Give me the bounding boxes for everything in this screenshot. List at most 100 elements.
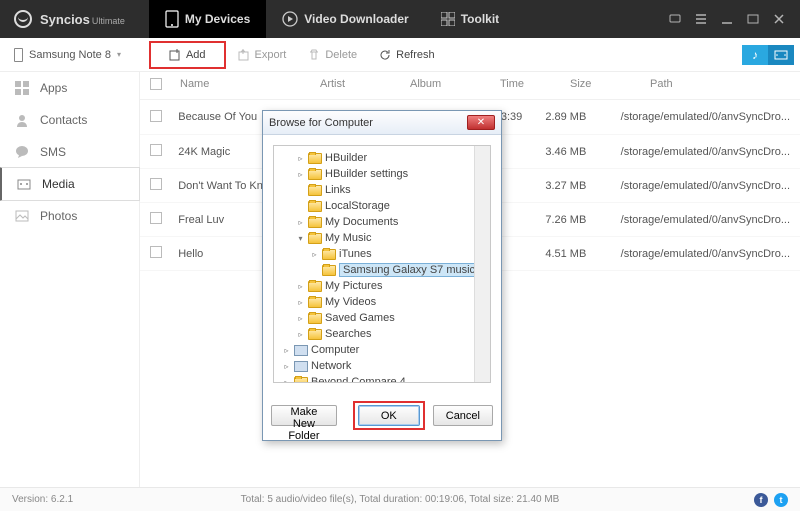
expand-icon[interactable]: ▹ [296, 218, 305, 227]
delete-button[interactable]: Delete [298, 41, 367, 69]
expand-icon[interactable]: ▹ [296, 314, 305, 323]
expand-icon[interactable]: ▹ [282, 346, 291, 355]
tree-node[interactable]: ▹ HBuilder settings [276, 166, 488, 182]
expand-icon[interactable]: ▹ [282, 362, 291, 371]
device-icon [14, 48, 23, 62]
expand-icon[interactable] [296, 186, 305, 195]
logo-icon [14, 10, 32, 28]
add-button[interactable]: Add [159, 45, 216, 65]
row-checkbox[interactable] [150, 144, 162, 156]
music-badge[interactable]: ♪ [742, 45, 768, 65]
folder-icon [308, 185, 322, 196]
tree-node[interactable]: ▹ HBuilder [276, 150, 488, 166]
expand-icon[interactable] [310, 266, 319, 275]
apps-icon [14, 80, 30, 96]
expand-icon[interactable]: ▹ [296, 154, 305, 163]
expand-icon[interactable]: ▹ [296, 170, 305, 179]
ok-highlight-box: OK [353, 401, 425, 430]
col-path[interactable]: Path [650, 78, 790, 93]
tree-scrollbar[interactable] [474, 146, 490, 382]
tree-label: My Documents [325, 216, 398, 228]
contacts-icon [14, 112, 30, 128]
menu-icon[interactable] [694, 12, 708, 26]
tree-node[interactable]: ▹ Saved Games [276, 310, 488, 326]
sidebar-item-media[interactable]: Media [0, 167, 140, 201]
folder-tree[interactable]: ▹ HBuilder ▹ HBuilder settings LinksLocalSto… [273, 145, 491, 383]
tree-node[interactable]: Samsung Galaxy S7 music [276, 262, 488, 278]
expand-icon[interactable]: ▹ [282, 378, 291, 384]
row-checkbox[interactable] [150, 178, 162, 190]
folder-icon [308, 297, 322, 308]
media-type-toggle: ♪ [742, 45, 794, 65]
table-header: Name Artist Album Time Size Path [140, 72, 800, 100]
dialog-title: Browse for Computer [269, 117, 373, 129]
tree-node[interactable]: ▹My Pictures [276, 278, 488, 294]
col-time[interactable]: Time [500, 78, 570, 93]
statusbar: Version: 6.2.1 Total: 5 audio/video file… [0, 487, 800, 511]
tree-node[interactable]: ▹ My Documents [276, 214, 488, 230]
add-icon [169, 49, 181, 61]
device-selector[interactable]: Samsung Note 8 ▾ [6, 45, 129, 65]
chevron-down-icon: ▾ [117, 50, 121, 59]
row-checkbox[interactable] [150, 212, 162, 224]
tree-node[interactable]: ▹Searches [276, 326, 488, 342]
tree-node[interactable]: LocalStorage [276, 198, 488, 214]
expand-icon[interactable]: ▾ [296, 234, 305, 243]
sidebar-item-apps[interactable]: Apps [0, 72, 139, 104]
expand-icon[interactable] [296, 202, 305, 211]
row-checkbox[interactable] [150, 246, 162, 258]
tree-node[interactable]: ▹ Computer [276, 342, 488, 358]
folder-icon [308, 313, 322, 324]
tree-node[interactable]: ▹Network [276, 358, 488, 374]
refresh-button[interactable]: Refresh [369, 41, 445, 69]
dialog-titlebar[interactable]: Browse for Computer ✕ [263, 111, 501, 135]
expand-icon[interactable]: ▹ [296, 298, 305, 307]
play-icon [282, 11, 298, 27]
twitter-icon[interactable]: t [774, 493, 788, 507]
col-size[interactable]: Size [570, 78, 650, 93]
app-name: SynciosUltimate [40, 12, 125, 27]
video-badge[interactable] [768, 45, 794, 65]
tree-node[interactable]: ▾My Music [276, 230, 488, 246]
select-all-checkbox[interactable] [150, 78, 162, 90]
make-new-folder-button[interactable]: Make New Folder [271, 405, 337, 426]
col-album[interactable]: Album [410, 78, 500, 93]
col-artist[interactable]: Artist [320, 78, 410, 93]
facebook-icon[interactable]: f [754, 493, 768, 507]
export-button[interactable]: Export [228, 41, 297, 69]
tab-my-devices[interactable]: My Devices [149, 0, 266, 38]
feedback-icon[interactable] [668, 12, 682, 26]
folder-icon [308, 201, 322, 212]
sidebar-item-sms[interactable]: SMS [0, 136, 139, 168]
tree-label: HBuilder settings [325, 168, 408, 180]
media-icon [16, 176, 32, 192]
sidebar-item-contacts[interactable]: Contacts [0, 104, 139, 136]
expand-icon[interactable]: ▹ [296, 282, 305, 291]
tab-video-downloader[interactable]: Video Downloader [266, 0, 424, 38]
cancel-button[interactable]: Cancel [433, 405, 493, 426]
tree-label: Computer [311, 344, 359, 356]
expand-icon[interactable]: ▹ [296, 330, 305, 339]
main-tabs: My Devices Video Downloader Toolkit [149, 0, 515, 38]
tree-label: Saved Games [325, 312, 395, 324]
tree-node[interactable]: ▹Beyond Compare 4 [276, 374, 488, 383]
sidebar-item-photos[interactable]: Photos [0, 200, 139, 232]
expand-icon[interactable]: ▹ [310, 250, 319, 259]
refresh-icon [379, 49, 391, 61]
tree-node[interactable]: Links [276, 182, 488, 198]
browse-dialog: Browse for Computer ✕ ▹ HBuilder ▹ HBuilder… [262, 110, 502, 441]
dialog-close-button[interactable]: ✕ [467, 115, 495, 130]
close-button[interactable] [772, 12, 786, 26]
tree-node[interactable]: ▹iTunes [276, 246, 488, 262]
add-highlight-box: Add [149, 41, 226, 69]
maximize-button[interactable] [746, 12, 760, 26]
minimize-button[interactable] [720, 12, 734, 26]
col-name[interactable]: Name [180, 78, 320, 93]
row-checkbox[interactable] [150, 110, 162, 122]
tree-label: HBuilder [325, 152, 367, 164]
grid-icon [441, 12, 455, 26]
tree-node[interactable]: ▹My Videos [276, 294, 488, 310]
tab-toolkit[interactable]: Toolkit [425, 0, 515, 38]
version-label: Version: 6.2.1 [12, 494, 73, 505]
ok-button[interactable]: OK [358, 405, 420, 426]
